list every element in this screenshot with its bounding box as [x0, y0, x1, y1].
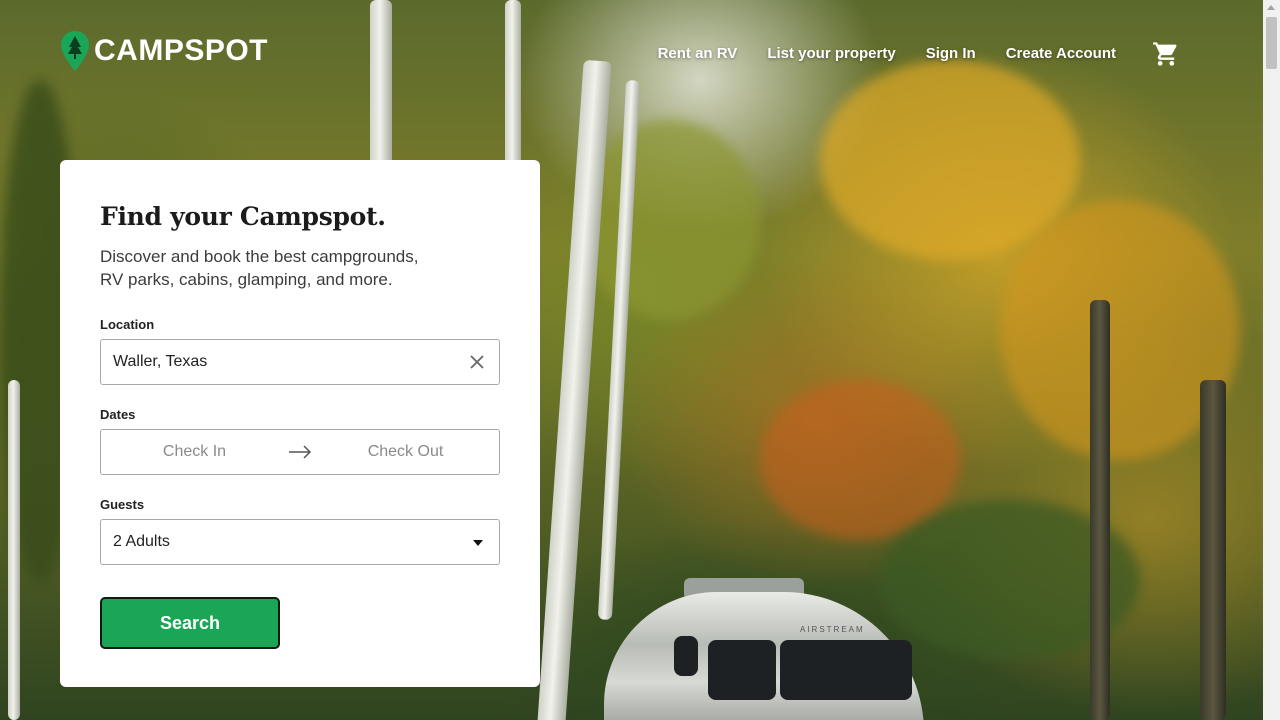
location-input[interactable]: Waller, Texas: [100, 339, 500, 385]
card-description: Discover and book the best campgrounds, …: [100, 247, 419, 289]
birch-trunk: [8, 380, 20, 720]
tree-pin-icon: [61, 31, 89, 71]
nav-sign-in[interactable]: Sign In: [926, 44, 976, 64]
trailer-window: [780, 640, 912, 700]
dates-input[interactable]: Check In Check Out: [100, 429, 500, 475]
trailer-window: [674, 636, 698, 676]
card-title: Find your Campspot.: [100, 202, 386, 231]
guests-label: Guests: [100, 497, 145, 512]
check-out-field[interactable]: Check Out: [312, 443, 499, 461]
dates-label: Dates: [100, 407, 136, 422]
guests-value: 2 Adults: [113, 533, 170, 550]
tree-trunk: [1090, 300, 1110, 720]
airstream-trailer: AIRSTREAM: [604, 578, 934, 720]
guests-select[interactable]: 2 Adults: [100, 519, 500, 565]
check-in-field[interactable]: Check In: [101, 443, 288, 461]
close-icon[interactable]: [469, 354, 485, 370]
location-value: Waller, Texas: [113, 353, 208, 370]
brand-name: CAMPSPOT: [94, 34, 269, 67]
trailer-brand-text: AIRSTREAM: [800, 625, 865, 634]
campspot-logo[interactable]: CAMPSPOT: [60, 30, 268, 72]
birch-trunk: [536, 59, 612, 720]
main-nav: Rent an RV List your property Sign In Cr…: [628, 40, 1180, 68]
search-card: Find your Campspot. Discover and book th…: [60, 160, 540, 687]
site-header: CAMPSPOT Rent an RV List your property S…: [0, 0, 1263, 100]
shopping-cart-icon[interactable]: [1152, 40, 1180, 68]
foliage: [580, 120, 760, 320]
location-label: Location: [100, 317, 155, 332]
scroll-up-arrow-icon[interactable]: [1267, 5, 1275, 10]
nav-rent-an-rv[interactable]: Rent an RV: [658, 44, 738, 64]
arrow-right-icon: [289, 445, 312, 459]
page-scrollbar[interactable]: [1263, 0, 1280, 720]
caret-down-icon: [473, 540, 483, 546]
scroll-thumb[interactable]: [1266, 17, 1277, 69]
nav-list-your-property[interactable]: List your property: [767, 44, 895, 64]
nav-create-account[interactable]: Create Account: [1006, 44, 1116, 64]
trailer-window: [708, 640, 776, 700]
tree-trunk: [1200, 380, 1226, 720]
search-button[interactable]: Search: [100, 597, 280, 649]
